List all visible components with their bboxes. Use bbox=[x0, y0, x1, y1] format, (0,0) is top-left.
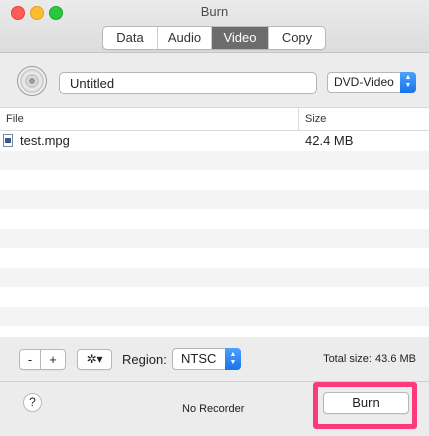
region-value: NTSC bbox=[181, 351, 217, 366]
window-title: Burn bbox=[200, 4, 229, 19]
column-header-file[interactable]: File bbox=[0, 108, 299, 130]
empty-row bbox=[0, 306, 429, 326]
tab-copy[interactable]: Copy bbox=[269, 27, 325, 49]
empty-row bbox=[0, 189, 429, 209]
file-cell: test.mpg bbox=[0, 133, 299, 148]
region-select[interactable]: NTSC ▲ ▼ bbox=[172, 348, 241, 370]
empty-row bbox=[0, 228, 429, 248]
empty-row bbox=[0, 248, 429, 268]
disc-format-select[interactable]: DVD-Video ▲ ▼ bbox=[327, 72, 416, 93]
total-size-label: Total size: 43.6 MB bbox=[323, 353, 416, 365]
title-bar: Burn Data Audio Video Copy bbox=[0, 0, 429, 53]
burn-window: Burn Data Audio Video Copy DVD-Video ▲▼ … bbox=[0, 0, 429, 436]
disc-icon bbox=[17, 66, 47, 96]
bottom-toolbar: - + ✲▾ Region: NTSC ▲ ▼ Total size: 43.6 … bbox=[0, 337, 429, 382]
empty-row bbox=[0, 267, 429, 287]
empty-row bbox=[0, 150, 429, 170]
region-label: Region: bbox=[122, 352, 167, 367]
select-arrows-icon: ▲ ▼ bbox=[225, 348, 241, 370]
empty-row bbox=[0, 209, 429, 229]
file-table[interactable]: File Size test.mpg 42.4 MB bbox=[0, 107, 429, 338]
empty-row bbox=[0, 287, 429, 307]
disc-name-input[interactable] bbox=[59, 72, 317, 94]
empty-row bbox=[0, 170, 429, 190]
table-header: File Size bbox=[0, 108, 429, 131]
column-header-size[interactable]: Size bbox=[299, 108, 429, 130]
table-rows: test.mpg 42.4 MB bbox=[0, 131, 429, 337]
movie-file-icon bbox=[3, 134, 13, 148]
remove-file-button[interactable]: - bbox=[19, 349, 41, 370]
help-button[interactable]: ? bbox=[23, 393, 42, 412]
mode-tabs: Data Audio Video Copy bbox=[102, 26, 326, 50]
disc-format-value: DVD-Video bbox=[334, 75, 394, 89]
tab-video[interactable]: Video bbox=[212, 27, 269, 49]
file-size: 42.4 MB bbox=[305, 133, 354, 149]
status-bar: ? No Recorder Burn bbox=[0, 382, 429, 436]
add-file-button[interactable]: + bbox=[41, 349, 66, 370]
gear-icon: ✲▾ bbox=[86, 352, 103, 366]
recorder-status: No Recorder bbox=[182, 403, 245, 415]
tab-data[interactable]: Data bbox=[103, 27, 158, 49]
table-row[interactable]: test.mpg 42.4 MB bbox=[0, 131, 429, 151]
file-name: test.mpg bbox=[20, 133, 70, 149]
gear-menu-button[interactable]: ✲▾ bbox=[77, 349, 112, 370]
select-arrows-icon: ▲ ▼ bbox=[400, 72, 416, 93]
burn-button[interactable]: Burn bbox=[323, 392, 409, 414]
tab-audio[interactable]: Audio bbox=[158, 27, 212, 49]
